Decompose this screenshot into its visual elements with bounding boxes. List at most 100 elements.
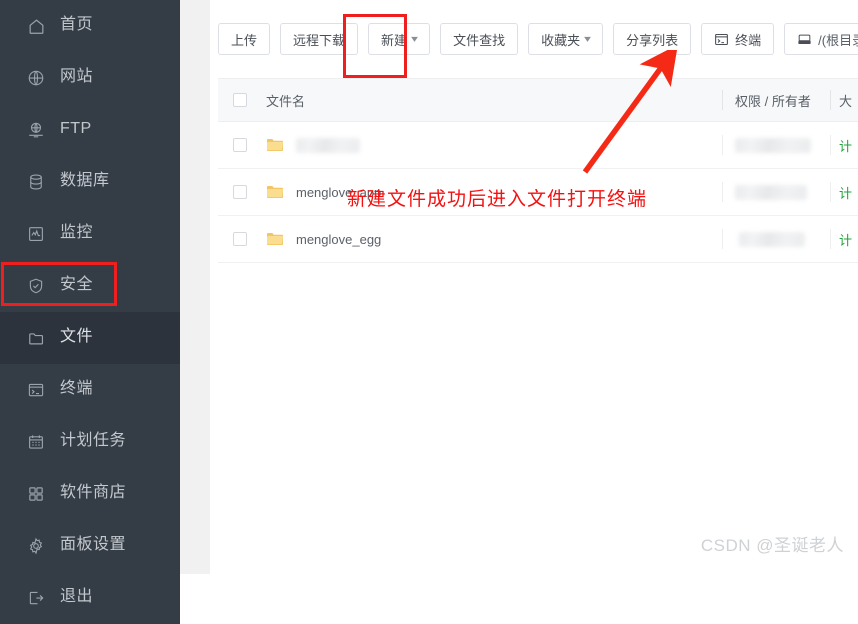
disk-icon xyxy=(797,32,812,47)
sidebar-item-database[interactable]: 数据库 xyxy=(0,156,180,208)
chevron-down-icon: ▾ xyxy=(411,33,418,45)
monitor-icon xyxy=(26,224,46,244)
row-size-label[interactable]: 计 xyxy=(839,136,852,155)
upload-button[interactable]: 上传 xyxy=(218,23,271,55)
sidebar-item-label: 监控 xyxy=(60,224,94,241)
file-search-button[interactable]: 文件查找 xyxy=(440,23,519,55)
row-name-label: menglove_egg xyxy=(296,231,382,247)
folder-icon xyxy=(266,137,284,153)
sidebar-item-ftp[interactable]: FTP xyxy=(0,104,180,156)
upload-button-label: 上传 xyxy=(231,32,258,48)
sidebar-item-files[interactable]: 文件 xyxy=(0,312,180,364)
row-name-cell[interactable] xyxy=(262,137,722,153)
terminal-icon xyxy=(26,380,46,400)
sidebar-item-label: 首页 xyxy=(60,16,94,33)
sidebar-item-panel-settings[interactable]: 面板设置 xyxy=(0,520,180,572)
sidebar-item-logout[interactable]: 退出 xyxy=(0,572,180,624)
sidebar-item-home[interactable]: 首页 xyxy=(0,0,180,52)
sidebar-item-website[interactable]: 网站 xyxy=(0,52,180,104)
remote-download-button-label: 远程下载 xyxy=(293,32,346,48)
calendar-icon xyxy=(26,432,46,452)
sidebar-item-label: 终端 xyxy=(60,380,94,397)
sidebar-menu: 首页 网站 FTP 数据库 监控 安全 文件 终端 计划任务 软件商店 面板设置… xyxy=(0,0,180,624)
folder-icon xyxy=(266,184,284,200)
column-header-permission-label: 权限 / 所有者 xyxy=(735,93,811,109)
main-content: 上传 远程下载 新建 ▾ 文件查找 收藏夹 ▾ 分享列表 终端 /(根目 文件名… xyxy=(210,0,858,574)
database-icon xyxy=(26,172,46,192)
sidebar-item-cron[interactable]: 计划任务 xyxy=(0,416,180,468)
column-header-size-label: 大 xyxy=(839,93,853,109)
content-gutter xyxy=(180,0,210,574)
folder-icon xyxy=(26,328,46,348)
select-all-checkbox-cell[interactable] xyxy=(218,93,262,107)
row-permission-redacted xyxy=(735,184,807,200)
row-name-redacted xyxy=(296,137,360,153)
row-permission-cell xyxy=(722,229,830,249)
new-button[interactable]: 新建 ▾ xyxy=(368,23,431,55)
row-permission-cell xyxy=(722,135,830,155)
root-directory-button-label: /(根目录) (28G) xyxy=(818,32,858,48)
column-header-name-label: 文件名 xyxy=(266,93,306,109)
file-toolbar: 上传 远程下载 新建 ▾ 文件查找 收藏夹 ▾ 分享列表 终端 /(根目 xyxy=(210,0,858,78)
row-permission-redacted xyxy=(739,231,805,247)
ftp-icon xyxy=(26,120,46,140)
row-permission-cell xyxy=(722,182,830,202)
logout-icon xyxy=(26,588,46,608)
favorites-button[interactable]: 收藏夹 ▾ xyxy=(528,23,604,55)
chevron-down-icon: ▾ xyxy=(584,33,592,45)
row-size-label[interactable]: 计 xyxy=(839,230,852,249)
file-table: 文件名 权限 / 所有者 大 计 menglove_app 计 menglove… xyxy=(218,78,858,263)
watermark: CSDN @圣诞老人 xyxy=(700,536,844,555)
sidebar-item-monitor[interactable]: 监控 xyxy=(0,208,180,260)
folder-icon xyxy=(266,231,284,247)
root-directory-button[interactable]: /(根目录) (28G) xyxy=(784,23,858,55)
sidebar-item-label: 数据库 xyxy=(60,172,110,189)
favorites-button-label: 收藏夹 xyxy=(541,32,581,48)
row-checkbox-cell[interactable] xyxy=(218,232,262,246)
grid-icon xyxy=(26,484,46,504)
row-name-cell[interactable]: menglove_egg xyxy=(262,231,722,247)
row-checkbox-cell[interactable] xyxy=(218,138,262,152)
row-size-label[interactable]: 计 xyxy=(839,183,852,202)
share-list-button-label: 分享列表 xyxy=(626,32,679,48)
gear-icon xyxy=(26,536,46,556)
sidebar-item-label: 网站 xyxy=(60,68,94,85)
share-list-button[interactable]: 分享列表 xyxy=(613,23,692,55)
table-row[interactable]: menglove_egg 计 xyxy=(218,216,858,263)
row-checkbox[interactable] xyxy=(233,185,247,199)
terminal-button[interactable]: 终端 xyxy=(701,23,775,55)
home-icon xyxy=(26,16,46,36)
row-size-cell[interactable]: 计 xyxy=(830,229,858,249)
remote-download-button[interactable]: 远程下载 xyxy=(280,23,359,55)
terminal-button-label: 终端 xyxy=(735,32,762,48)
select-all-checkbox[interactable] xyxy=(233,93,247,107)
sidebar-item-terminal[interactable]: 终端 xyxy=(0,364,180,416)
sidebar-item-label: 计划任务 xyxy=(60,432,127,449)
row-checkbox[interactable] xyxy=(233,138,247,152)
column-header-permission[interactable]: 权限 / 所有者 xyxy=(722,90,830,110)
column-header-name[interactable]: 文件名 xyxy=(262,91,722,110)
sidebar-item-label: 软件商店 xyxy=(60,484,127,501)
row-checkbox[interactable] xyxy=(233,232,247,246)
file-search-button-label: 文件查找 xyxy=(453,32,506,48)
sidebar-item-label: 面板设置 xyxy=(60,536,127,553)
table-row[interactable]: 计 xyxy=(218,122,858,169)
sidebar-item-label: 退出 xyxy=(60,588,94,605)
terminal-icon xyxy=(714,32,729,47)
shield-icon xyxy=(26,276,46,296)
sidebar-item-label: 安全 xyxy=(60,276,94,293)
sidebar-item-security[interactable]: 安全 xyxy=(0,260,180,312)
row-checkbox-cell[interactable] xyxy=(218,185,262,199)
annotation-text: 新建文件成功后进入文件打开终端 xyxy=(347,189,648,210)
sidebar-item-label: FTP xyxy=(60,120,92,137)
row-permission-redacted xyxy=(735,137,811,153)
globe-icon xyxy=(26,68,46,88)
sidebar-item-label: 文件 xyxy=(60,328,94,345)
sidebar-item-appstore[interactable]: 软件商店 xyxy=(0,468,180,520)
table-header-row: 文件名 权限 / 所有者 大 xyxy=(218,78,858,122)
sidebar: 首页 网站 FTP 数据库 监控 安全 文件 终端 计划任务 软件商店 面板设置… xyxy=(0,0,180,624)
new-button-label: 新建 xyxy=(381,32,408,48)
column-header-size[interactable]: 大 xyxy=(830,90,858,110)
row-size-cell[interactable]: 计 xyxy=(830,135,858,155)
row-size-cell[interactable]: 计 xyxy=(830,182,858,202)
